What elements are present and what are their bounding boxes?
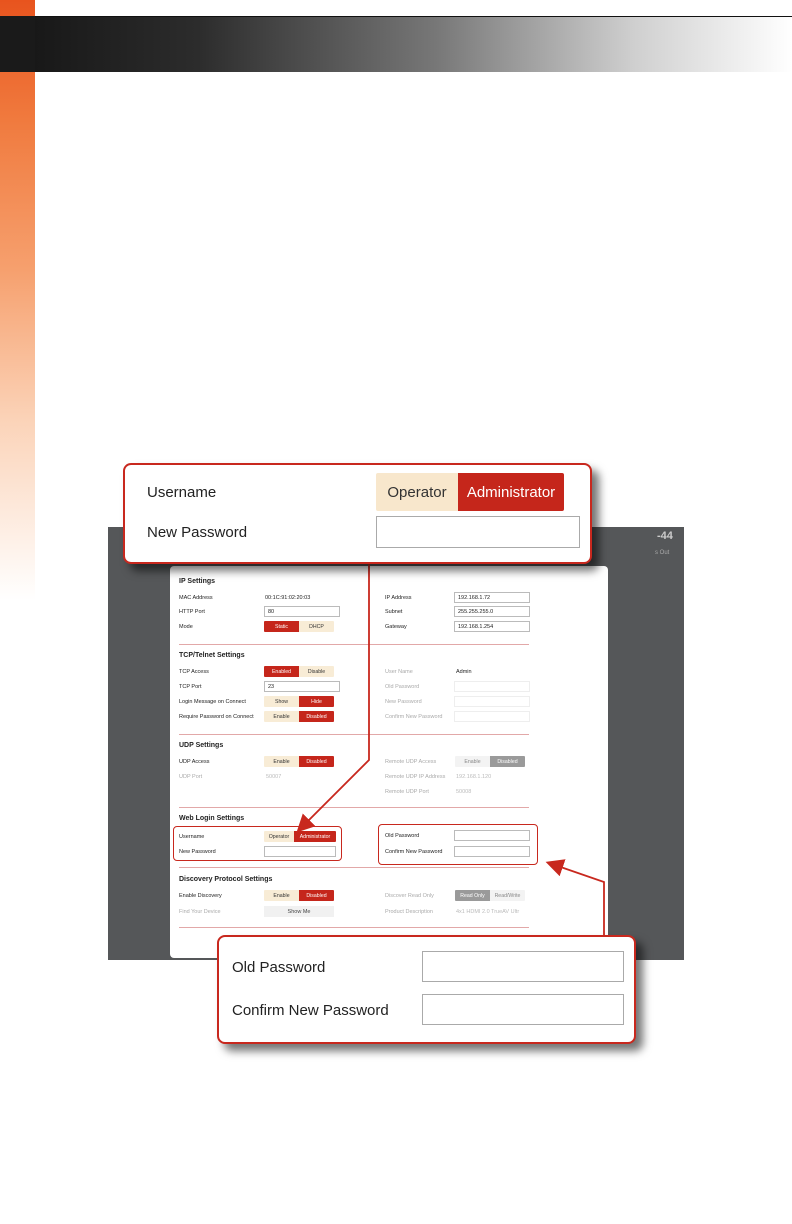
callout-confirm-password-label: Confirm New Password xyxy=(232,1002,389,1019)
callout-passwords-zoom: Old Password Confirm New Password xyxy=(217,935,636,1044)
callout-confirm-password-input[interactable] xyxy=(422,994,624,1025)
manual-page: -44 s Out IP Settings MAC Address 00:1C:… xyxy=(0,0,792,1224)
callout-username-label: Username xyxy=(147,484,217,501)
callout-administrator-button[interactable]: Administrator xyxy=(458,473,564,511)
callout-new-password-input[interactable] xyxy=(376,516,580,548)
callout-new-password-label: New Password xyxy=(147,524,248,541)
callout-username-toggle: Operator Administrator xyxy=(376,473,564,511)
callout-operator-button[interactable]: Operator xyxy=(376,473,458,511)
callout-old-password-label: Old Password xyxy=(232,959,326,976)
callout-username-zoom: Username Operator Administrator New Pass… xyxy=(123,463,592,564)
callout-old-password-input[interactable] xyxy=(422,951,624,982)
